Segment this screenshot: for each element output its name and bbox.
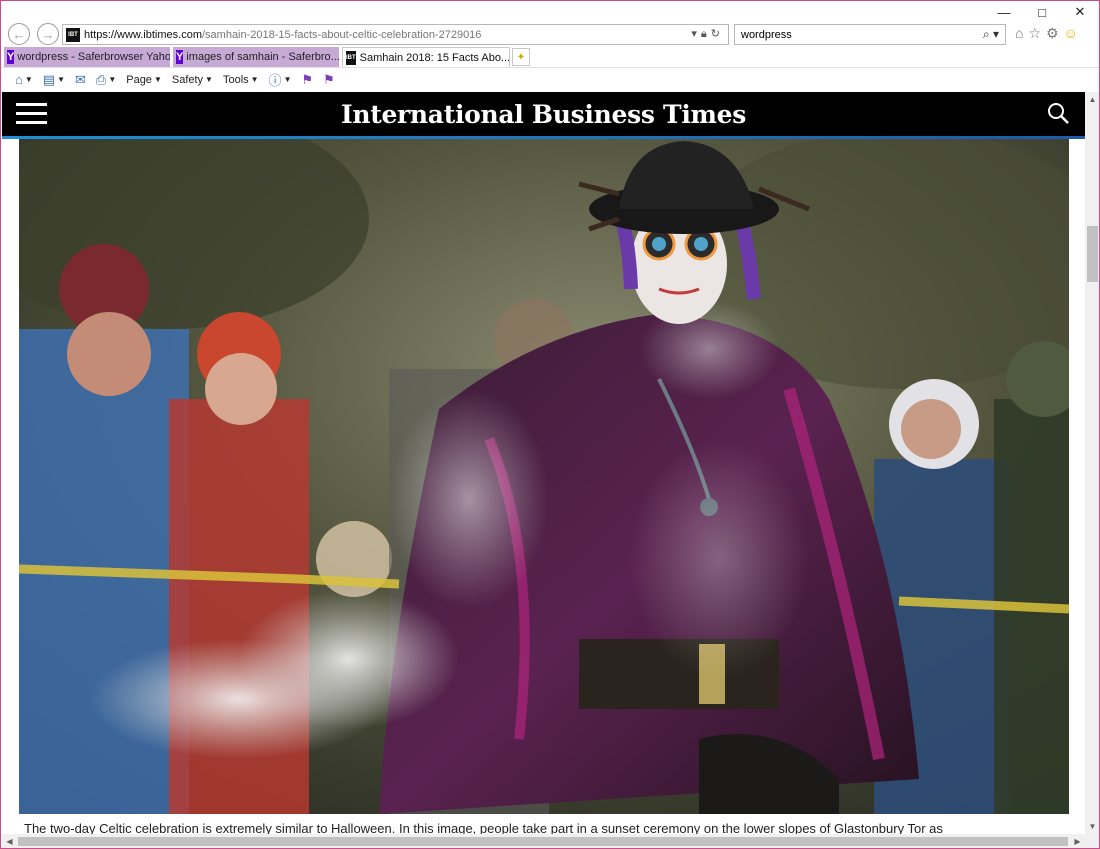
page-menu-label: Page (126, 73, 152, 86)
search-icon[interactable]: ⌕ ▾ (983, 27, 999, 42)
rss-icon: ▤ (42, 71, 56, 87)
forward-arrow-icon: → (41, 26, 55, 42)
ibt-favicon: IBT (346, 50, 356, 65)
gear-icon[interactable]: ⚙ (1046, 25, 1059, 42)
tab-label: Samhain 2018: 15 Facts Abo... (359, 51, 510, 64)
star-icon[interactable]: ☆ (1028, 25, 1041, 42)
help-icon: ⓘ (268, 73, 282, 88)
search-field[interactable]: wordpress ⌕ ▾ (734, 24, 1006, 45)
addon-icon: ⚑ (301, 71, 314, 87)
new-tab-button[interactable]: ✦ (512, 48, 530, 66)
back-button[interactable]: ← (8, 23, 30, 45)
addon-button-2[interactable]: ⚑ (323, 72, 335, 88)
window-controls: — □ ✕ (985, 1, 1099, 23)
url-path: /samhain-2018-15-facts-about-celtic-cele… (201, 28, 482, 41)
close-window-button[interactable]: ✕ (1061, 1, 1099, 23)
yahoo-favicon: Y (176, 50, 184, 64)
tab-images-of-samhain[interactable]: Y images of samhain - Saferbro... (173, 47, 339, 67)
horizontal-scroll-thumb[interactable] (18, 837, 1068, 846)
tab-label: wordpress - Saferbrowser Yaho... (17, 51, 170, 63)
refresh-icon[interactable]: ↻ (711, 28, 724, 40)
address-bar-row: ← → IBT https://www.ibtimes.com/samhain-… (1, 21, 1099, 47)
addon-button-1[interactable]: ⚑ (302, 72, 314, 88)
horizontal-scrollbar[interactable]: ◀ ▶ (2, 834, 1085, 848)
lock-icon[interactable]: 🔒︎ (701, 28, 711, 40)
address-tools: ▾🔒︎↻ (691, 27, 724, 41)
tab-strip: Y wordpress - Saferbrowser Yaho... Y ima… (1, 47, 1099, 67)
url-host: https://www.ibtimes.com (84, 28, 202, 41)
forward-button[interactable]: → (37, 23, 59, 45)
safety-menu[interactable]: Safety ▼ (172, 74, 213, 86)
address-field[interactable]: IBT https://www.ibtimes.com/samhain-2018… (62, 24, 729, 45)
tools-menu-label: Tools (222, 73, 249, 86)
scrollbar-corner (1085, 834, 1099, 848)
scroll-up-icon[interactable]: ▲ (1085, 92, 1099, 107)
mail-icon: ✉ (75, 71, 86, 87)
print-menu[interactable]: ⎙ ▼ (96, 72, 116, 88)
search-icon[interactable] (1047, 102, 1069, 124)
scroll-left-icon[interactable]: ◀ (2, 834, 17, 848)
search-value: wordpress (741, 28, 792, 41)
page-menu[interactable]: Page ▼ (126, 74, 162, 86)
site-favicon: IBT (66, 27, 80, 42)
vertical-scrollbar[interactable]: ▲ ▼ (1085, 92, 1099, 834)
minimize-button[interactable]: — (985, 1, 1023, 23)
back-arrow-icon: ← (12, 26, 26, 42)
tab-label: images of samhain - Saferbro... (186, 51, 339, 63)
printer-icon: ⎙ (95, 71, 107, 87)
feeds-menu[interactable]: ▤ ▼ (43, 72, 65, 88)
scroll-right-icon[interactable]: ▶ (1070, 834, 1085, 848)
article-content: The two-day Celtic celebration is extrem… (2, 139, 1085, 834)
tools-menu[interactable]: Tools ▼ (223, 74, 259, 86)
home-menu[interactable]: ⌂ ▼ (15, 72, 33, 87)
vertical-scroll-thumb[interactable] (1087, 226, 1098, 282)
home-icon: ⌂ (15, 72, 23, 87)
article-photo[interactable] (19, 139, 1069, 814)
dropdown-icon[interactable]: ▾ (691, 28, 701, 40)
command-bar: ⌂ ▼ ▤ ▼ ✉ ⎙ ▼ Page ▼ Safety ▼ Tools ▼ ⓘ ▼ ⚑ ⚑ (1, 67, 1099, 91)
help-menu[interactable]: ⓘ ▼ (269, 70, 292, 89)
addon-icon: ⚑ (323, 71, 335, 87)
samhain-photo-illustration (19, 139, 1069, 814)
photo-caption: The two-day Celtic celebration is extrem… (24, 821, 943, 834)
tab-wordpress[interactable]: Y wordpress - Saferbrowser Yaho... (4, 47, 170, 67)
maximize-button[interactable]: □ (1023, 1, 1061, 23)
scroll-down-icon[interactable]: ▼ (1085, 819, 1099, 834)
browser-window: — □ ✕ ← → IBT https://www.ibtimes.com/sa… (0, 0, 1100, 849)
home-icon[interactable]: ⌂ (1015, 25, 1023, 42)
smiley-icon[interactable]: ☺ (1064, 25, 1078, 42)
site-header: International Business Times (2, 92, 1085, 139)
safety-menu-label: Safety (171, 73, 204, 86)
site-logo[interactable]: International Business Times (2, 100, 1085, 129)
yahoo-favicon: Y (7, 50, 15, 64)
tab-samhain-facts[interactable]: IBT Samhain 2018: 15 Facts Abo... ✕ (342, 47, 510, 67)
browser-icons: ⌂ ☆ ⚙ ☺ (1015, 25, 1078, 42)
mail-button[interactable]: ✉ (75, 72, 86, 88)
